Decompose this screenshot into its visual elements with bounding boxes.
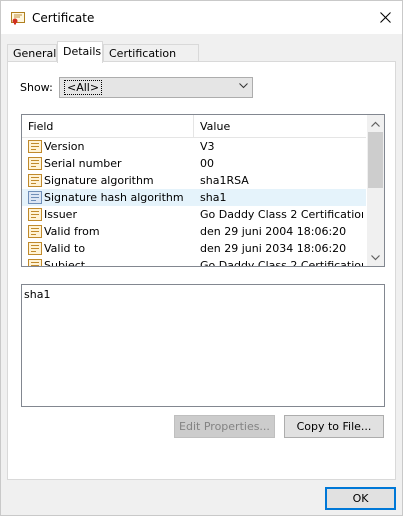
window-title: Certificate — [32, 11, 95, 25]
row-value: Go Daddy Class 2 Certification... — [200, 208, 363, 221]
row-field: Valid from — [44, 225, 100, 238]
certificate-field-icon — [28, 208, 42, 221]
scroll-up-button[interactable] — [367, 115, 384, 132]
list-row[interactable]: Valid to den 29 juni 2034 18:06:20 — [22, 240, 366, 257]
certificate-field-icon — [28, 242, 42, 255]
show-label: Show: — [20, 81, 53, 94]
row-field: Serial number — [44, 157, 122, 170]
chevron-down-icon — [371, 254, 380, 260]
row-value: 00 — [200, 157, 214, 170]
show-dropdown-value: <All> — [64, 80, 103, 95]
row-field: Version — [44, 140, 85, 153]
tab-details[interactable]: Details — [57, 41, 103, 63]
field-detail-textbox[interactable]: sha1 — [21, 284, 385, 407]
chevron-down-icon — [239, 83, 248, 89]
row-value: sha1 — [200, 191, 227, 204]
certificate-field-icon — [28, 225, 42, 238]
chevron-up-icon — [371, 121, 380, 127]
tab-certification-path[interactable]: Certification Path — [103, 44, 199, 77]
close-icon — [379, 12, 391, 23]
row-value: sha1RSA — [200, 174, 249, 187]
column-header-field[interactable]: Field — [28, 120, 53, 133]
list-vertical-scrollbar[interactable] — [367, 115, 384, 266]
fields-listview[interactable]: Field Value Version V3 Serial number 00 — [21, 114, 385, 267]
list-rows: Version V3 Serial number 00 Signature al… — [22, 138, 366, 267]
row-field: Signature hash algorithm — [44, 191, 184, 204]
list-row-selected[interactable]: Signature hash algorithm sha1 — [22, 189, 366, 206]
list-row[interactable]: Serial number 00 — [22, 155, 366, 172]
list-header: Field Value — [22, 115, 366, 138]
row-value: Go Daddy Class 2 Certification... — [200, 259, 363, 267]
certificate-field-icon — [28, 259, 42, 266]
column-divider[interactable] — [193, 115, 194, 137]
row-field: Subject — [44, 259, 86, 267]
row-field: Signature algorithm — [44, 174, 154, 187]
list-row[interactable]: Version V3 — [22, 138, 366, 155]
close-button[interactable] — [368, 1, 402, 34]
edit-properties-button[interactable]: Edit Properties... — [174, 415, 275, 438]
ok-button[interactable]: OK — [325, 487, 396, 510]
certificate-field-icon — [28, 174, 42, 187]
certificate-icon — [11, 12, 25, 25]
row-field: Issuer — [44, 208, 77, 221]
row-field: Valid to — [44, 242, 86, 255]
row-value: V3 — [200, 140, 215, 153]
scroll-down-button[interactable] — [367, 249, 384, 266]
details-panel: Show: <All> Field Value Version V3 Seria… — [7, 61, 396, 480]
scroll-thumb[interactable] — [368, 132, 383, 188]
copy-to-file-button[interactable]: Copy to File... — [284, 415, 384, 438]
title-bar[interactable]: Certificate — [1, 1, 402, 34]
show-dropdown[interactable]: <All> — [59, 77, 253, 98]
certificate-dialog: Certificate General Details Certificatio… — [0, 0, 403, 516]
list-row[interactable]: Subject Go Daddy Class 2 Certification..… — [22, 257, 366, 267]
column-header-value[interactable]: Value — [200, 120, 230, 133]
tab-general[interactable]: General — [7, 44, 57, 61]
row-value: den 29 juni 2004 18:06:20 — [200, 225, 347, 238]
certificate-field-icon — [28, 191, 42, 204]
certificate-field-icon — [28, 157, 42, 170]
list-row[interactable]: Valid from den 29 juni 2004 18:06:20 — [22, 223, 366, 240]
row-value: den 29 juni 2034 18:06:20 — [200, 242, 347, 255]
certificate-field-icon — [28, 140, 42, 153]
list-row[interactable]: Signature algorithm sha1RSA — [22, 172, 366, 189]
list-row[interactable]: Issuer Go Daddy Class 2 Certification... — [22, 206, 366, 223]
